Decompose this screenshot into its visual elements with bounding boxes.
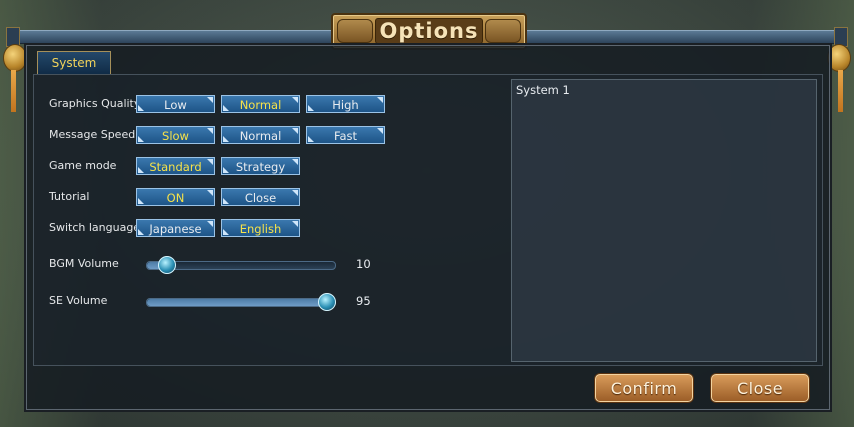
options-panel: System Graphics Quality Low Normal High … — [26, 45, 830, 410]
bgm-volume-label: BGM Volume — [49, 257, 119, 270]
tutorial-on-button[interactable]: ON — [136, 188, 215, 206]
se-volume-knob[interactable] — [317, 293, 336, 311]
tassel-left — [11, 70, 16, 112]
pendant-left-icon — [3, 44, 27, 72]
tutorial-label: Tutorial — [49, 190, 90, 203]
language-label: Switch language — [49, 221, 141, 234]
tassel-right — [838, 70, 843, 112]
info-panel-title: System 1 — [516, 83, 570, 97]
se-volume-label: SE Volume — [49, 294, 108, 307]
bgm-volume-slider[interactable] — [146, 256, 336, 274]
graphics-high-button[interactable]: High — [306, 95, 385, 113]
close-button[interactable]: Close — [711, 374, 809, 402]
graphics-quality-label: Graphics Quality — [49, 97, 141, 110]
window-title: Options — [375, 18, 483, 44]
message-normal-button[interactable]: Normal — [221, 126, 300, 144]
language-japanese-button[interactable]: Japanese — [136, 219, 215, 237]
graphics-low-button[interactable]: Low — [136, 95, 215, 113]
bgm-volume-knob[interactable] — [157, 256, 176, 274]
graphics-normal-button[interactable]: Normal — [221, 95, 300, 113]
message-slow-button[interactable]: Slow — [136, 126, 215, 144]
mode-standard-button[interactable]: Standard — [136, 157, 215, 175]
confirm-button[interactable]: Confirm — [595, 374, 693, 402]
language-english-button[interactable]: English — [221, 219, 300, 237]
tutorial-close-button[interactable]: Close — [221, 188, 300, 206]
pendant-right-icon — [827, 44, 851, 72]
info-panel: System 1 — [511, 79, 817, 362]
tab-system[interactable]: System — [37, 51, 111, 75]
game-mode-label: Game mode — [49, 159, 117, 172]
mode-strategy-button[interactable]: Strategy — [221, 157, 300, 175]
se-volume-fill — [147, 299, 326, 306]
bgm-volume-value: 10 — [356, 257, 371, 271]
scroll-ornament-right-icon — [485, 19, 521, 43]
message-fast-button[interactable]: Fast — [306, 126, 385, 144]
message-speed-label: Message Speed — [49, 128, 136, 141]
scroll-ornament-left-icon — [337, 19, 373, 43]
se-volume-value: 95 — [356, 294, 371, 308]
se-volume-slider[interactable] — [146, 293, 336, 311]
